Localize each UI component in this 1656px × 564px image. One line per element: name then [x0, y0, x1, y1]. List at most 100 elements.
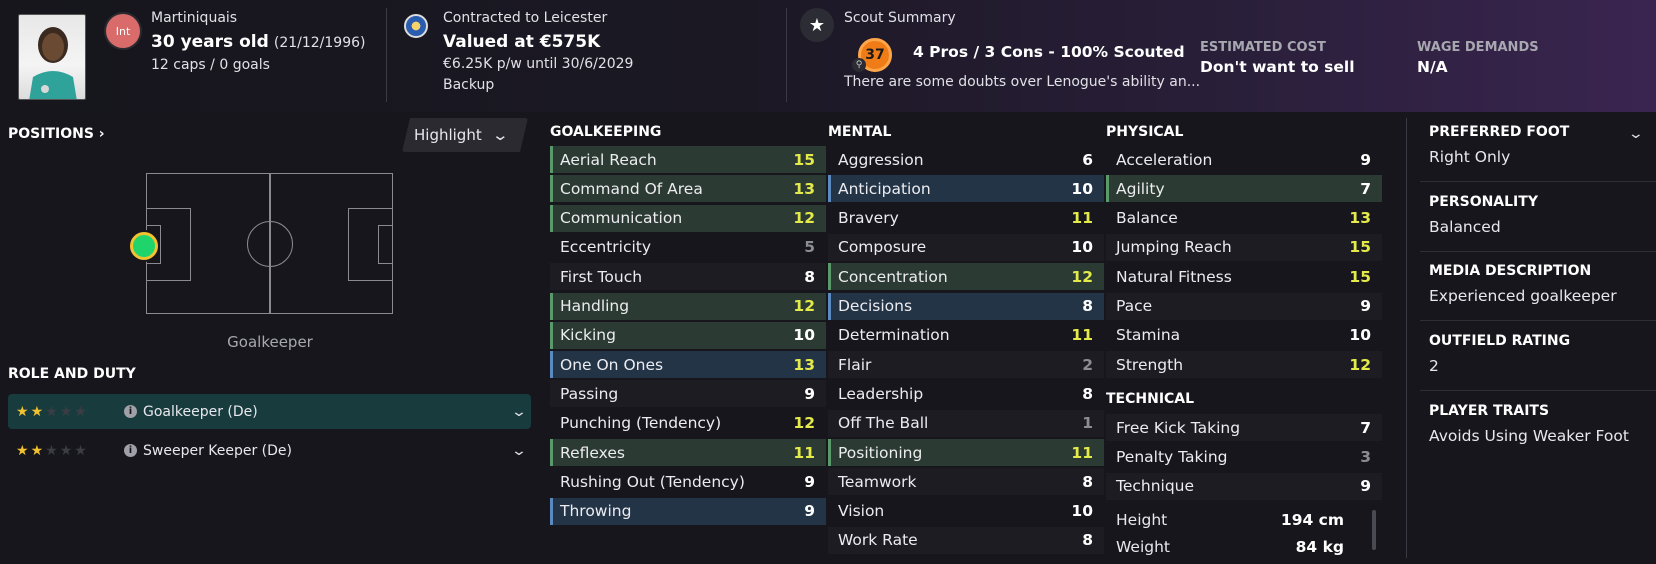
divider — [1420, 320, 1656, 321]
attribute-row[interactable]: Determination 11 — [828, 322, 1104, 349]
positions-title[interactable]: POSITIONS › — [8, 126, 105, 142]
role-duty-title: ROLE AND DUTY — [8, 366, 136, 382]
attribute-value: 7 — [1360, 179, 1371, 198]
attribute-name: Aerial Reach — [560, 150, 657, 169]
attribute-value: 9 — [1360, 477, 1371, 496]
attribute-value: 11 — [1071, 326, 1093, 345]
goalkeeper-position-marker[interactable] — [130, 232, 158, 260]
chevron-down-icon[interactable]: ⌄ — [502, 443, 536, 459]
scout-pros-cons[interactable]: 4 Pros / 3 Cons - 100% Scouted — [913, 43, 1185, 61]
attribute-row[interactable]: Jumping Reach 15 — [1106, 233, 1382, 261]
attribute-name: Off The Ball — [838, 414, 929, 433]
attribute-value: 6 — [1082, 150, 1093, 169]
attribute-row[interactable]: Rushing Out (Tendency) 9 — [550, 468, 826, 495]
attribute-row[interactable]: Composure 10 — [828, 233, 1104, 261]
international-badge[interactable]: Int — [106, 14, 140, 48]
attribute-name: Decisions — [838, 297, 913, 315]
attribute-value: 9 — [1360, 297, 1371, 315]
attribute-row[interactable]: Strength 12 — [1106, 351, 1382, 379]
attribute-name: Eccentricity — [560, 238, 652, 257]
attribute-row[interactable]: Command Of Area 13 — [550, 175, 826, 203]
role-name: Goalkeeper (De) — [143, 403, 258, 420]
role-row[interactable]: ★ ★ ★ ★ ★ i Goalkeeper (De) ⌄ — [8, 394, 531, 429]
attribute-value: 10 — [1071, 238, 1093, 257]
chevron-down-icon[interactable]: ⌄ — [1628, 126, 1644, 142]
scout-title[interactable]: Scout Summary — [844, 10, 956, 26]
attribute-row[interactable]: Natural Fitness 15 — [1106, 263, 1382, 290]
attribute-row[interactable]: Penalty Taking 3 — [1106, 443, 1382, 470]
preferred-foot-value: Right Only — [1429, 148, 1511, 166]
attribute-value: 10 — [1349, 326, 1371, 345]
attribute-row[interactable]: Throwing 9 — [550, 497, 826, 525]
club-crest-icon[interactable] — [404, 14, 428, 38]
attribute-row[interactable]: Reflexes 11 — [550, 439, 826, 466]
attribute-row[interactable]: Eccentricity 5 — [550, 234, 826, 261]
preferred-foot-label: PREFERRED FOOT — [1429, 124, 1570, 140]
nationality[interactable]: Martiniquais — [151, 10, 237, 26]
attribute-row[interactable]: Bravery 11 — [828, 205, 1104, 232]
attribute-value: 15 — [793, 150, 815, 169]
star-icon: ★ — [16, 403, 29, 420]
attribute-row[interactable]: Aggression 6 — [828, 146, 1104, 173]
scrollbar[interactable] — [1372, 510, 1376, 550]
attribute-value: 13 — [793, 179, 815, 198]
attribute-name: First Touch — [560, 267, 643, 286]
attribute-row[interactable]: Work Rate 8 — [828, 526, 1104, 554]
attribute-row[interactable]: Handling 12 — [550, 292, 826, 320]
attribute-row[interactable]: Balance 13 — [1106, 205, 1382, 232]
attribute-row[interactable]: One On Ones 13 — [550, 351, 826, 379]
attribute-row[interactable]: Flair 2 — [828, 351, 1104, 379]
attribute-row[interactable]: Acceleration 9 — [1106, 146, 1382, 173]
attribute-row[interactable]: Pace 9 — [1106, 292, 1382, 320]
media-description-label: MEDIA DESCRIPTION — [1429, 263, 1592, 279]
attribute-value: 10 — [1071, 179, 1093, 198]
attribute-row[interactable]: Passing 9 — [550, 380, 826, 408]
attribute-row[interactable]: Anticipation 10 — [828, 175, 1104, 203]
role-row[interactable]: ★ ★ ★ ★ ★ i Sweeper Keeper (De) ⌄ — [8, 433, 531, 468]
attribute-row[interactable]: Leadership 8 — [828, 380, 1104, 407]
player-photo[interactable] — [18, 14, 86, 100]
attribute-row[interactable]: Free Kick Taking 7 — [1106, 414, 1382, 441]
contract-title[interactable]: Contracted to Leicester — [443, 10, 607, 26]
attribute-value: 8 — [1082, 297, 1093, 315]
star-icon[interactable]: ★ — [800, 8, 834, 42]
role-stars: ★ ★ ★ ★ ★ — [16, 405, 124, 419]
highlight-dropdown[interactable]: Highlight ⌄ — [402, 118, 528, 152]
attribute-row[interactable]: Kicking 10 — [550, 321, 826, 349]
attribute-name: Free Kick Taking — [1116, 418, 1241, 437]
attribute-row[interactable]: Decisions 8 — [828, 292, 1104, 320]
attribute-row[interactable]: Aerial Reach 15 — [550, 146, 826, 173]
attribute-name: Throwing — [560, 502, 632, 521]
info-icon[interactable]: i — [124, 444, 137, 457]
attribute-row[interactable]: Stamina 10 — [1106, 322, 1382, 349]
star-icon: ★ — [59, 442, 73, 459]
attribute-row[interactable]: Vision 10 — [828, 498, 1104, 525]
attribute-row[interactable]: Teamwork 8 — [828, 468, 1104, 496]
media-description-value: Experienced goalkeeper — [1429, 287, 1617, 305]
attribute-row[interactable]: Punching (Tendency) 12 — [550, 410, 826, 437]
attribute-name: Determination — [838, 326, 950, 345]
attribute-row[interactable]: Technique 9 — [1106, 472, 1382, 500]
attribute-name: Anticipation — [838, 179, 931, 198]
personality-value: Balanced — [1429, 218, 1501, 236]
attribute-row[interactable]: Communication 12 — [550, 204, 826, 232]
attribute-value: 9 — [804, 502, 815, 521]
attribute-row[interactable]: Concentration 12 — [828, 263, 1104, 291]
info-icon[interactable]: i — [124, 405, 137, 418]
attribute-value: 11 — [793, 443, 815, 462]
attribute-name: Passing — [560, 384, 619, 403]
chevron-down-icon[interactable]: ⌄ — [502, 404, 536, 420]
attribute-row[interactable]: Agility 7 — [1106, 175, 1382, 203]
age: 30 years old — [151, 32, 269, 52]
attribute-name: Balance — [1116, 209, 1178, 228]
chevron-right-icon: › — [98, 126, 105, 142]
attribute-row[interactable]: First Touch 8 — [550, 263, 826, 291]
attribute-value: 13 — [793, 355, 815, 374]
attribute-row[interactable]: Positioning 11 — [828, 439, 1104, 466]
attribute-value: 9 — [1360, 150, 1371, 169]
attribute-row[interactable]: Off The Ball 1 — [828, 409, 1104, 437]
divider — [1420, 181, 1656, 182]
wage-demands-label: WAGE DEMANDS — [1417, 40, 1539, 55]
wage-contract: €6.25K p/w until 30/6/2029 — [443, 56, 634, 72]
right-panel-divider — [1406, 118, 1407, 558]
